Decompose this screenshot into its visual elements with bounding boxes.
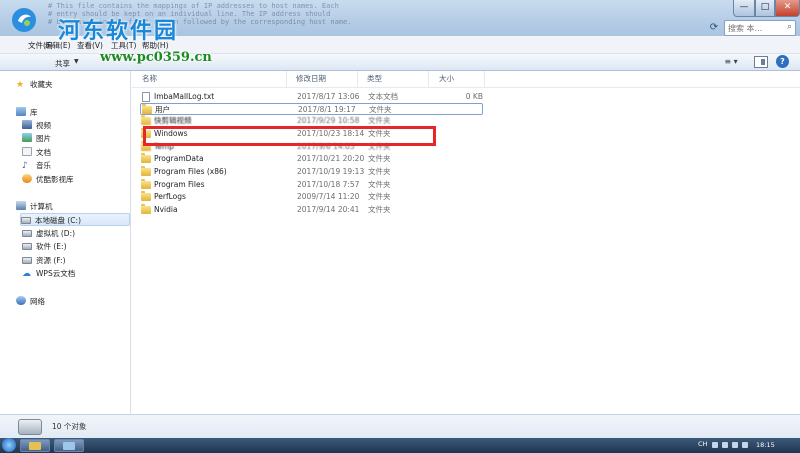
nav-library-video[interactable]: 视频 <box>22 119 51 132</box>
column-name[interactable]: 名称 <box>132 71 287 88</box>
folder-icon <box>141 179 151 189</box>
drive-icon <box>22 243 32 250</box>
nav-library-pictures[interactable]: 图片 <box>22 132 51 145</box>
star-icon: ★ <box>16 80 25 90</box>
folder-icon <box>141 191 151 201</box>
folder-icon <box>141 153 151 163</box>
column-header: 名称 修改日期 类型 大小 <box>132 71 800 88</box>
watermark-url: www.pc0359.cn <box>100 50 212 65</box>
nav-computer[interactable]: 计算机 <box>16 200 53 213</box>
view-options-button[interactable]: ≡ ▾ <box>716 56 746 68</box>
preview-pane-icon[interactable] <box>754 56 768 68</box>
nav-library[interactable]: 库 <box>16 106 38 119</box>
computer-icon <box>16 201 26 210</box>
nav-library-documents[interactable]: 文档 <box>22 146 51 159</box>
file-row[interactable]: Program Files 2017/10/18 7:57 文件夹 <box>140 179 483 191</box>
item-count: 10 个对象 <box>52 422 87 431</box>
watermark-brand: 河东软件园 <box>58 18 179 44</box>
taskbar: CH 18:15 <box>0 438 800 453</box>
clock[interactable]: 18:15 <box>756 441 775 449</box>
drive-icon <box>22 230 32 237</box>
drive-icon <box>22 257 32 264</box>
search-input[interactable] <box>728 22 782 34</box>
volume-icon[interactable] <box>732 442 738 448</box>
share-dropdown-icon[interactable]: ▼ <box>74 58 79 65</box>
close-button[interactable]: ✕ <box>775 0 800 17</box>
start-button[interactable] <box>2 438 16 452</box>
drive-icon <box>18 419 42 435</box>
tray-icon[interactable] <box>712 442 718 448</box>
text-file-icon <box>142 92 150 102</box>
nav-wps-cloud[interactable]: ☁ WPS云文档 <box>22 267 75 280</box>
column-type[interactable]: 类型 <box>358 71 429 88</box>
taskbar-explorer-button[interactable] <box>20 439 50 452</box>
input-language[interactable]: CH <box>698 440 707 448</box>
folder-icon <box>141 115 151 125</box>
share-button[interactable]: 共享 <box>55 58 70 69</box>
folder-icon <box>29 442 41 450</box>
help-icon[interactable]: ? <box>776 55 789 68</box>
file-row[interactable]: Program Files (x86) 2017/10/19 19:13 文件夹 <box>140 166 483 178</box>
folder-icon <box>142 104 152 114</box>
nav-favorites[interactable]: ★ 收藏夹 <box>16 78 53 91</box>
library-icon <box>16 107 26 116</box>
network-tray-icon[interactable] <box>722 442 728 448</box>
nav-drive-c[interactable]: 本地磁盘 (C:) <box>20 213 130 226</box>
tray-icon[interactable] <box>742 442 748 448</box>
highlight-annotation-box <box>143 126 436 146</box>
column-date[interactable]: 修改日期 <box>287 71 358 88</box>
folder-icon <box>141 204 151 214</box>
status-bar: 10 个对象 <box>0 414 800 438</box>
file-row[interactable]: PerfLogs 2009/7/14 11:20 文件夹 <box>140 191 483 203</box>
file-row[interactable]: ProgramData 2017/10/21 20:20 文件夹 <box>140 153 483 165</box>
refresh-icon[interactable]: ⟳ <box>708 22 720 34</box>
file-row[interactable]: Nvidia 2017/9/14 20:41 文件夹 <box>140 204 483 216</box>
file-row[interactable]: ImbaMallLog.txt 2017/8/17 13:06 文本文档 0 K… <box>140 91 483 103</box>
minimize-button[interactable]: — <box>733 0 755 17</box>
file-row[interactable]: 用户 2017/8/1 19:17 文件夹 <box>140 103 483 115</box>
taskbar-app-button[interactable] <box>54 439 84 452</box>
youku-icon <box>22 174 32 183</box>
video-icon <box>22 120 32 129</box>
cloud-icon: ☁ <box>22 269 31 279</box>
network-icon <box>16 296 26 305</box>
nav-drive-d[interactable]: 虚拟机 (D:) <box>22 227 75 240</box>
document-icon <box>22 147 32 156</box>
picture-icon <box>22 133 32 142</box>
column-size[interactable]: 大小 <box>429 71 485 88</box>
maximize-button[interactable]: □ <box>755 0 775 17</box>
nav-library-music[interactable]: ♪ 音乐 <box>22 159 51 172</box>
nav-library-youku[interactable]: 优酷影视库 <box>22 173 74 186</box>
nav-drive-f[interactable]: 资源 (F:) <box>22 254 66 267</box>
nav-drive-e[interactable]: 软件 (E:) <box>22 240 67 253</box>
music-icon: ♪ <box>22 161 28 171</box>
search-box[interactable]: ⌕ <box>724 20 796 36</box>
folder-icon <box>141 166 151 176</box>
nav-network[interactable]: 网络 <box>16 295 45 308</box>
site-logo-icon <box>12 8 36 32</box>
search-icon[interactable]: ⌕ <box>787 22 792 32</box>
drive-icon <box>21 217 31 224</box>
navigation-pane: ★ 收藏夹 库 视频 图片 文档 ♪ 音乐 优酷影视库 计算机 本地磁盘 (C:) … <box>0 71 131 414</box>
app-icon <box>63 442 75 450</box>
